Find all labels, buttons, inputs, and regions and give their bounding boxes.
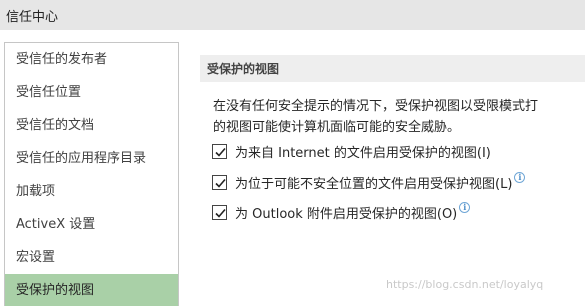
info-icon[interactable]: i: [514, 172, 526, 183]
checkmark-icon: [215, 147, 226, 157]
checkmark-icon: [215, 178, 226, 188]
description-line-1: 在没有任何安全提示的情况下，受保护视图以受限模式打: [213, 99, 539, 114]
section-title: 受保护的视图: [207, 62, 280, 76]
sidebar-item-macro-settings[interactable]: 宏设置: [5, 241, 178, 274]
outlook-attachments-label: 为 Outlook 附件启用受保护的视图(O): [235, 206, 458, 222]
checkmark-icon: [215, 208, 226, 218]
sidebar-item-trusted-locations[interactable]: 受信任位置: [5, 76, 178, 109]
sidebar-item-activex-settings[interactable]: ActiveX 设置: [5, 208, 178, 241]
sidebar-item-add-ins[interactable]: 加载项: [5, 175, 178, 208]
sidebar-item-trusted-app-catalogs[interactable]: 受信任的应用程序目录: [5, 142, 178, 175]
outlook-attachments-checkbox[interactable]: [212, 204, 227, 220]
main-panel: 受保护的视图 在没有任何安全提示的情况下，受保护视图以受限模式打 的视图可能使计…: [186, 42, 585, 306]
option-unsafe-locations[interactable]: 为位于可能不安全位置的文件启用受保护视图(L) i: [212, 172, 526, 192]
sidebar-nav: 受信任的发布者 受信任位置 受信任的文档 受信任的应用程序目录 加载项 Acti…: [4, 42, 179, 306]
title-bar: 信任中心: [0, 0, 585, 30]
section-header: 受保护的视图: [200, 55, 585, 82]
info-icon[interactable]: i: [459, 202, 471, 213]
option-internet-files[interactable]: 为来自 Internet 的文件启用受保护的视图(I): [212, 142, 491, 161]
sidebar-item-trusted-documents[interactable]: 受信任的文档: [5, 109, 178, 142]
unsafe-locations-checkbox[interactable]: [212, 174, 227, 190]
window-title: 信任中心: [6, 10, 59, 25]
sidebar-item-trusted-publishers[interactable]: 受信任的发布者: [5, 43, 178, 76]
description-line-2: 的视图可能使计算机面临可能的安全威胁。: [213, 120, 461, 135]
watermark: https://blog.csdn.net/loyalyq: [386, 278, 544, 291]
option-outlook-attachments[interactable]: 为 Outlook 附件启用受保护的视图(O) i: [212, 202, 471, 222]
internet-files-label: 为来自 Internet 的文件启用受保护的视图(I): [235, 145, 491, 161]
sidebar-item-protected-view[interactable]: 受保护的视图: [5, 274, 178, 306]
internet-files-checkbox[interactable]: [212, 143, 227, 159]
unsafe-locations-label: 为位于可能不安全位置的文件启用受保护视图(L): [235, 176, 513, 192]
